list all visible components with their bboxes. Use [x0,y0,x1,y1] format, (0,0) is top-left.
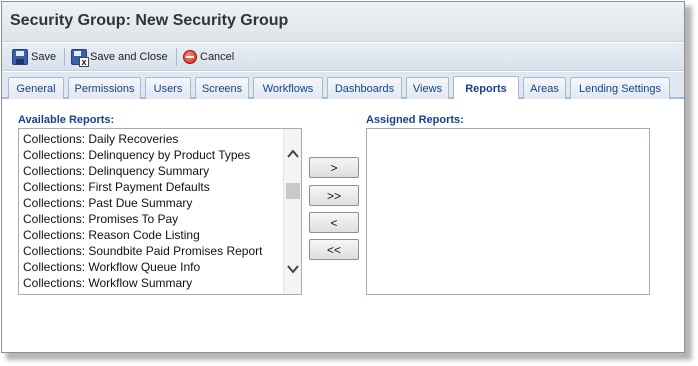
list-item[interactable]: Collections: Past Due Summary [23,195,192,211]
list-item[interactable]: Collections: Delinquency by Product Type… [23,147,250,163]
list-item[interactable]: Collections: Soundbite Paid Promises Rep… [23,243,262,259]
assigned-reports-label: Assigned Reports: [366,114,464,126]
cancel-button[interactable]: Cancel [183,49,234,65]
tab-strip: General Permissions Users Screens Workfl… [2,72,684,101]
floppy-disk-icon [12,49,28,65]
chevron-up-icon[interactable] [287,149,299,159]
tab-lending-settings[interactable]: Lending Settings [570,77,670,99]
cancel-button-label: Cancel [200,51,235,63]
tab-general[interactable]: General [8,77,64,99]
remove-all-button[interactable]: << [309,239,359,260]
scroll-thumb[interactable] [286,183,300,199]
save-button-label: Save [31,51,57,63]
remove-selected-button[interactable]: < [309,212,359,233]
save-button[interactable]: Save [12,49,56,65]
cancel-icon [183,50,197,64]
available-reports-list[interactable]: Collections: Daily Recoveries Collection… [18,128,302,295]
tab-areas[interactable]: Areas [523,77,566,99]
tab-reports[interactable]: Reports [453,76,519,101]
reports-panel: Available Reports: Collections: Daily Re… [2,99,684,352]
save-and-close-button-label: Save and Close [90,51,168,63]
toolbar-separator [176,48,177,66]
tab-users[interactable]: Users [145,77,191,99]
available-reports-label: Available Reports: [18,114,115,126]
list-item[interactable]: Collections: Reason Code Listing [23,227,200,243]
title-bar: Security Group: New Security Group [2,2,684,42]
tab-views[interactable]: Views [406,77,449,99]
list-item[interactable]: Collections: First Payment Defaults [23,179,210,195]
tab-dashboards[interactable]: Dashboards [327,77,402,99]
list-item[interactable]: Collections: Promises To Pay [23,211,178,227]
toolbar-separator [64,48,65,66]
list-item[interactable]: Collections: Workflow Queue Info [23,259,200,275]
list-item[interactable]: Collections: Workflow Summary [23,275,192,291]
tab-screens[interactable]: Screens [195,77,249,99]
list-item[interactable]: Collections: Delinquency Summary [23,163,209,179]
floppy-disk-close-icon: x [71,49,89,67]
list-item[interactable]: Collections: Daily Recoveries [23,131,178,147]
available-reports-scrollbar[interactable] [283,129,301,294]
tab-permissions[interactable]: Permissions [68,77,141,99]
chevron-down-icon[interactable] [287,264,299,274]
save-and-close-button[interactable]: x Save and Close [71,49,168,67]
security-group-window: Security Group: New Security Group Save … [1,1,685,353]
add-selected-button[interactable]: > [309,157,359,178]
toolbar: Save x Save and Close Cancel [2,43,684,71]
assigned-reports-list[interactable] [366,128,650,295]
tab-workflows[interactable]: Workflows [253,77,323,99]
window-title: Security Group: New Security Group [10,12,289,29]
add-all-button[interactable]: >> [309,185,359,206]
